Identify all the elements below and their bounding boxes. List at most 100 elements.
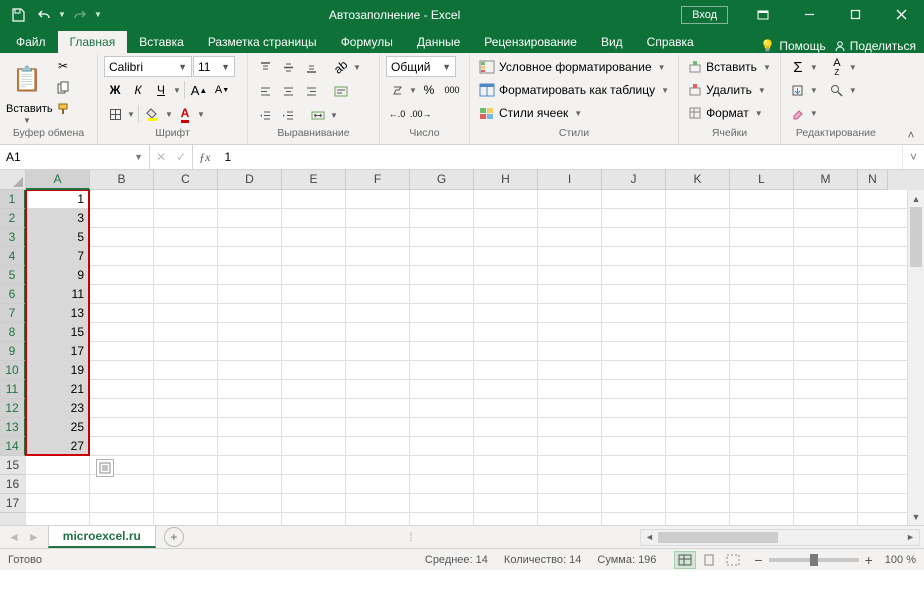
sheet-nav-next-icon[interactable]: ► <box>28 530 40 544</box>
zoom-out-icon[interactable]: − <box>754 552 762 568</box>
tab-help[interactable]: Справка <box>635 31 706 53</box>
align-middle-icon[interactable] <box>277 56 299 78</box>
row-header-9[interactable]: 9 <box>0 342 26 361</box>
column-header-H[interactable]: H <box>474 170 538 190</box>
share-button[interactable]: Поделиться <box>834 39 916 53</box>
fill-dropdown[interactable]: ▼ <box>810 86 818 95</box>
increase-indent-icon[interactable] <box>277 104 299 126</box>
borders-dropdown[interactable]: ▼ <box>127 110 135 119</box>
zoom-in-icon[interactable]: + <box>865 552 873 568</box>
qat-customize-dropdown[interactable]: ▼ <box>94 10 102 19</box>
select-all-corner[interactable] <box>0 170 26 190</box>
increase-font-icon[interactable]: A▲ <box>188 79 210 101</box>
row-header-7[interactable]: 7 <box>0 304 26 323</box>
column-header-L[interactable]: L <box>730 170 794 190</box>
scroll-up-icon[interactable]: ▲ <box>908 190 924 207</box>
row-header-12[interactable]: 12 <box>0 399 26 418</box>
row-header-4[interactable]: 4 <box>0 247 26 266</box>
row-header-15[interactable]: 15 <box>0 456 26 475</box>
tab-view[interactable]: Вид <box>589 31 635 53</box>
clear-dropdown[interactable]: ▼ <box>810 109 818 118</box>
cells-canvas[interactable]: 13579111315171921232527 <box>26 190 924 525</box>
cell-A13[interactable]: 25 <box>26 418 88 436</box>
view-page-layout-icon[interactable] <box>698 551 720 569</box>
find-dropdown[interactable]: ▼ <box>849 86 857 95</box>
tab-file[interactable]: Файл <box>4 31 58 53</box>
fx-icon[interactable]: ƒx <box>193 145 216 169</box>
column-header-F[interactable]: F <box>346 170 410 190</box>
save-icon[interactable] <box>6 4 30 26</box>
autosum-icon[interactable]: Σ <box>787 56 809 78</box>
zoom-value[interactable]: 100 % <box>885 554 916 566</box>
column-header-K[interactable]: K <box>666 170 730 190</box>
comma-icon[interactable]: 000 <box>441 79 463 101</box>
row-header-13[interactable]: 13 <box>0 418 26 437</box>
tab-data[interactable]: Данные <box>405 31 472 53</box>
find-select-icon[interactable] <box>826 79 848 101</box>
format-as-table-button[interactable]: Форматировать как таблицу▼ <box>476 79 672 101</box>
undo-icon[interactable] <box>32 4 56 26</box>
scroll-right-icon[interactable]: ► <box>902 532 919 542</box>
close-icon[interactable] <box>878 0 924 29</box>
increase-decimal-icon[interactable]: ←.0 <box>386 103 408 125</box>
cell-A14[interactable]: 27 <box>26 437 88 455</box>
accounting-icon[interactable] <box>386 79 408 101</box>
underline-dropdown[interactable]: ▼ <box>173 86 181 95</box>
merge-center-icon[interactable] <box>307 104 329 126</box>
orientation-icon[interactable]: ab <box>330 56 352 78</box>
cell-A12[interactable]: 23 <box>26 399 88 417</box>
align-bottom-icon[interactable] <box>300 56 322 78</box>
column-header-I[interactable]: I <box>538 170 602 190</box>
login-button[interactable]: Вход <box>681 6 728 24</box>
format-cells-button[interactable]: Формат▼ <box>685 102 774 124</box>
column-header-G[interactable]: G <box>410 170 474 190</box>
horizontal-scrollbar[interactable]: ◄ ► <box>640 529 920 546</box>
tab-insert[interactable]: Вставка <box>127 31 196 53</box>
maximize-icon[interactable] <box>832 0 878 29</box>
row-header-10[interactable]: 10 <box>0 361 26 380</box>
cell-A2[interactable]: 3 <box>26 209 88 227</box>
wrap-text-icon[interactable] <box>330 80 352 102</box>
column-header-J[interactable]: J <box>602 170 666 190</box>
zoom-slider[interactable] <box>769 558 859 562</box>
tellme-button[interactable]: 💡Помощь <box>760 39 825 53</box>
row-header-8[interactable]: 8 <box>0 323 26 342</box>
row-header-16[interactable]: 16 <box>0 475 26 494</box>
borders-icon[interactable] <box>104 103 126 125</box>
column-header-E[interactable]: E <box>282 170 346 190</box>
fill-color-icon[interactable] <box>142 103 164 125</box>
font-name-combo[interactable]: Calibri▼ <box>104 56 192 77</box>
scroll-thumb[interactable] <box>910 207 922 267</box>
align-left-icon[interactable] <box>254 80 276 102</box>
font-color-icon[interactable]: A <box>174 103 196 125</box>
insert-cells-button[interactable]: Вставить▼ <box>685 56 774 78</box>
scroll-left-icon[interactable]: ◄ <box>641 532 658 542</box>
clear-icon[interactable] <box>787 102 809 124</box>
sheet-tab-active[interactable]: microexcel.ru <box>48 526 156 548</box>
cell-A1[interactable]: 1 <box>26 190 88 208</box>
sheet-nav-prev-icon[interactable]: ◄ <box>8 530 20 544</box>
ribbon-display-icon[interactable] <box>740 0 786 29</box>
expand-formula-bar-icon[interactable]: ˅ <box>902 145 924 169</box>
cut-icon[interactable]: ✂ <box>52 56 74 76</box>
row-header-6[interactable]: 6 <box>0 285 26 304</box>
cell-A4[interactable]: 7 <box>26 247 88 265</box>
formula-input[interactable]: 1 <box>216 145 902 169</box>
column-header-B[interactable]: B <box>90 170 154 190</box>
column-header-M[interactable]: M <box>794 170 858 190</box>
view-page-break-icon[interactable] <box>722 551 744 569</box>
cell-A8[interactable]: 15 <box>26 323 88 341</box>
cell-A10[interactable]: 19 <box>26 361 88 379</box>
cell-A9[interactable]: 17 <box>26 342 88 360</box>
minimize-icon[interactable] <box>786 0 832 29</box>
cell-A11[interactable]: 21 <box>26 380 88 398</box>
decrease-decimal-icon[interactable]: .00→ <box>409 103 433 125</box>
underline-button[interactable]: Ч <box>150 79 172 101</box>
autosum-dropdown[interactable]: ▼ <box>810 63 818 72</box>
column-header-N[interactable]: N <box>858 170 888 190</box>
copy-icon[interactable] <box>52 77 74 97</box>
paste-button[interactable]: 📋 <box>6 56 48 102</box>
bold-button[interactable]: Ж <box>104 79 126 101</box>
italic-button[interactable]: К <box>127 79 149 101</box>
tab-layout[interactable]: Разметка страницы <box>196 31 329 53</box>
